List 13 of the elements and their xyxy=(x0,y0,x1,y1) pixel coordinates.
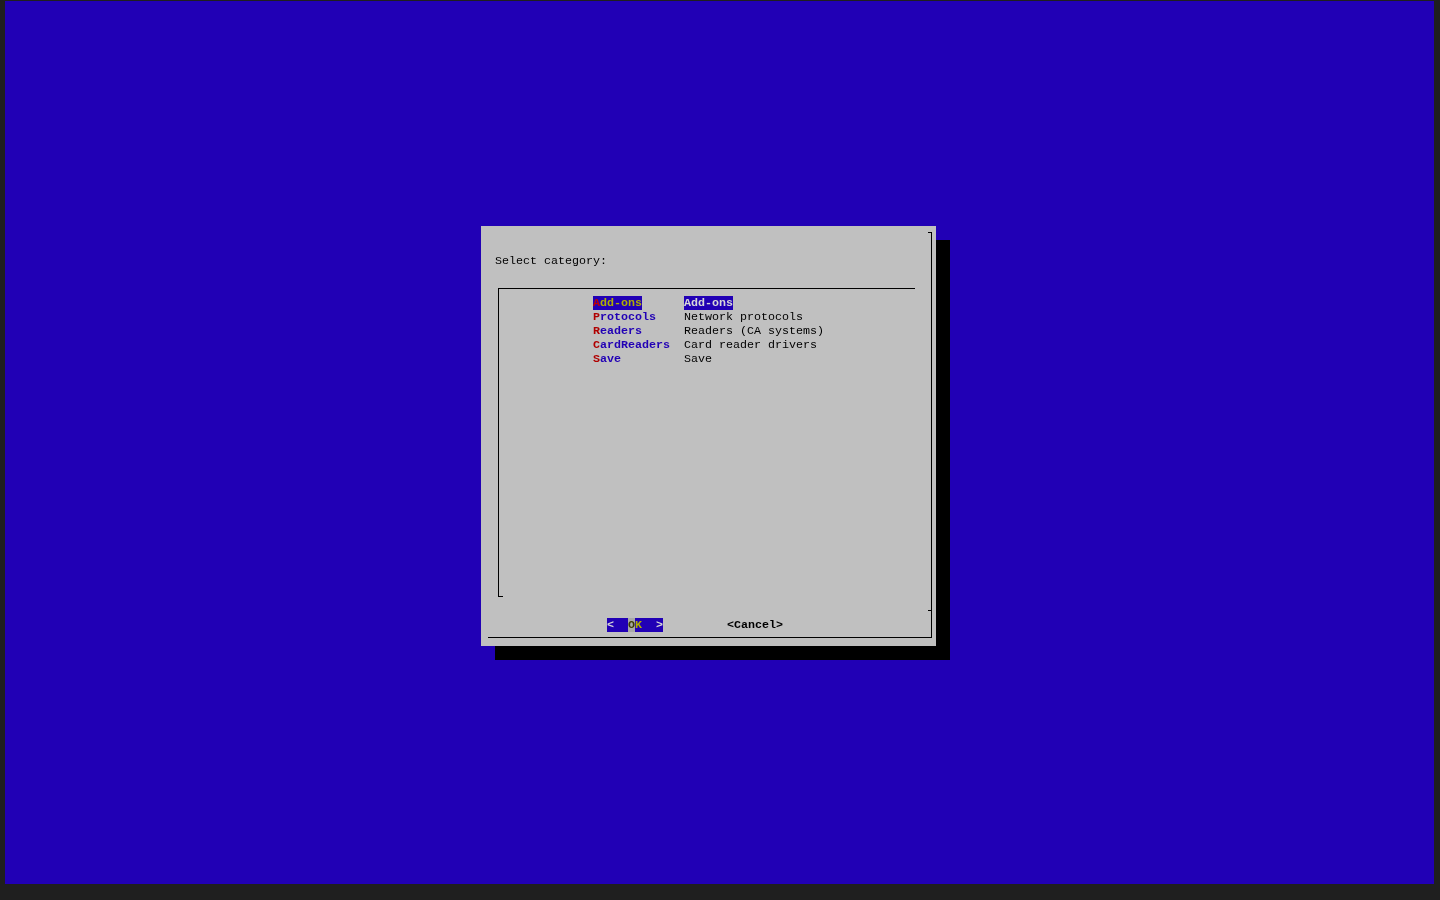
dialog-button[interactable]: <Cancel> xyxy=(727,618,783,632)
menu-item[interactable]: Readers xyxy=(593,324,642,338)
menu-item-description: Network protocols xyxy=(684,310,803,324)
menu-item-description: Save xyxy=(684,352,712,366)
menu-item-description: Readers (CA systems) xyxy=(684,324,824,338)
menu-item-description: Card reader drivers xyxy=(684,338,817,352)
menu-item[interactable]: Save xyxy=(593,352,621,366)
menu-item[interactable]: Add-ons xyxy=(593,296,642,310)
menu-item[interactable]: Protocols xyxy=(593,310,656,324)
prompt-text: Select category: xyxy=(495,254,607,268)
dialog-button[interactable]: < OK > xyxy=(607,618,663,632)
menu-item-description: Add-ons xyxy=(684,296,733,310)
menu-item[interactable]: CardReaders xyxy=(593,338,670,352)
